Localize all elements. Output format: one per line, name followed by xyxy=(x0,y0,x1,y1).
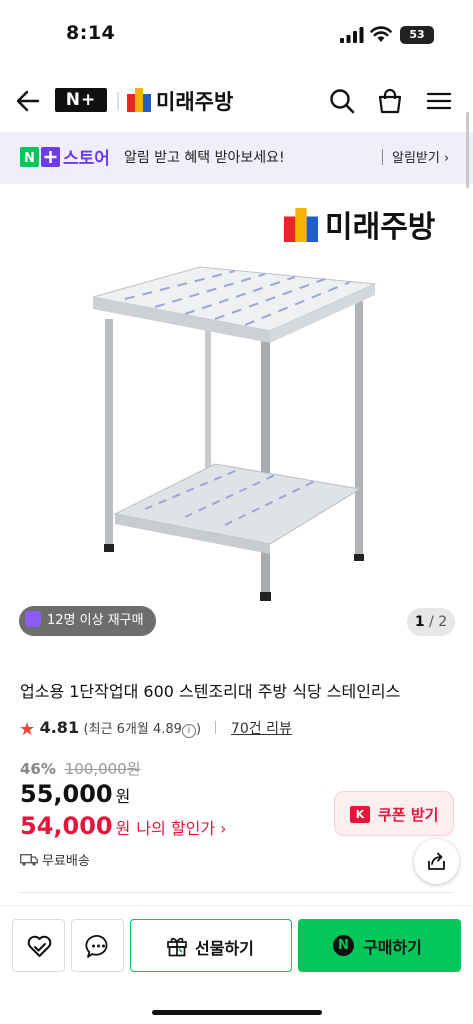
my-price-unit: 원 xyxy=(115,819,131,838)
buy-button[interactable]: N 구매하기 xyxy=(298,919,461,972)
rebuy-bag-icon xyxy=(25,611,41,627)
share-button[interactable] xyxy=(414,839,459,884)
top-header: N+ 미래주방 xyxy=(0,75,473,127)
naver-plus-logo[interactable]: N+ xyxy=(55,88,107,112)
back-arrow-icon[interactable] xyxy=(14,87,42,115)
shipping-info: 무료배송 xyxy=(20,850,90,869)
discount-row: 46% 100,000원 xyxy=(20,758,141,779)
banner-divider xyxy=(382,149,383,165)
shopping-bag-icon[interactable] xyxy=(376,87,404,115)
coupon-icon: K xyxy=(350,806,370,823)
wifi-icon xyxy=(370,26,392,42)
battery-indicator: 53 xyxy=(400,26,434,44)
naver-pay-icon: N xyxy=(333,935,354,956)
image-total: 2 xyxy=(438,614,448,630)
coupon-label: 쿠폰 받기 xyxy=(378,806,439,824)
gift-label: 선물하기 xyxy=(195,939,254,958)
talk-icon xyxy=(85,935,108,958)
header-divider xyxy=(117,92,119,110)
star-icon: ★ xyxy=(19,719,36,740)
coupon-button[interactable]: K 쿠폰 받기 xyxy=(334,791,454,836)
gift-button[interactable]: 선물하기 xyxy=(130,919,292,972)
menu-icon[interactable] xyxy=(425,87,453,115)
rebuy-badge: 12명 이상 재구매 xyxy=(19,606,156,636)
sale-price-row: 55,000 원 xyxy=(20,780,130,808)
rating-score: 4.81 xyxy=(39,718,80,737)
my-price-row[interactable]: 54,000 원 나의 할인가 › xyxy=(20,812,227,840)
my-discount-price: 54,000 xyxy=(20,812,113,840)
brand-logo-icon xyxy=(284,208,318,242)
brand-logo-icon xyxy=(127,88,151,112)
cellular-signal-icon xyxy=(340,27,364,43)
brand-name[interactable]: 미래주방 xyxy=(156,86,233,116)
recent-rating-close: ) xyxy=(195,722,202,737)
status-bar: 8:14 53 xyxy=(0,0,473,70)
wishlist-heart-icon xyxy=(27,935,52,957)
scrollbar[interactable] xyxy=(466,112,469,188)
product-photo xyxy=(92,266,377,601)
sale-price: 55,000 xyxy=(20,780,113,808)
buy-label: 구매하기 xyxy=(363,938,422,957)
shipping-label: 무료배송 xyxy=(42,854,90,869)
home-indicator[interactable] xyxy=(152,1010,322,1015)
recent-rating: (최근 6개월 4.89 xyxy=(83,722,182,737)
share-icon xyxy=(428,852,445,870)
image-counter: 1 / 2 xyxy=(407,608,455,636)
image-index: 1 xyxy=(414,614,425,630)
original-price: 100,000원 xyxy=(64,760,141,778)
brand-watermark: 미래주방 xyxy=(325,210,436,245)
discount-percent: 46% xyxy=(20,760,56,778)
product-title: 업소용 1단작업대 600 스텐조리대 주방 식당 스테인리스 xyxy=(20,682,401,701)
rebuy-badge-text: 12명 이상 재구매 xyxy=(47,613,144,628)
wishlist-button[interactable] xyxy=(12,919,65,972)
talk-talk-button[interactable] xyxy=(71,919,124,972)
truck-icon xyxy=(20,854,38,866)
review-count-link[interactable]: 70건 리뷰 xyxy=(231,721,292,737)
rating-row[interactable]: ★ 4.81 (최근 6개월 4.89 i) 70건 리뷰 xyxy=(19,718,292,740)
section-divider xyxy=(20,892,453,893)
notification-banner[interactable]: N 스토어 알림 받고 혜택 받아보세요! 알림받기 › xyxy=(0,132,473,184)
status-time: 8:14 xyxy=(66,22,116,44)
rating-divider xyxy=(215,721,217,734)
my-price-label[interactable]: 나의 할인가 › xyxy=(136,819,226,838)
naver-plus-store-icon: N xyxy=(20,147,60,167)
gift-icon xyxy=(167,937,187,957)
info-icon[interactable]: i xyxy=(181,724,196,738)
store-label: 스토어 xyxy=(63,149,110,169)
product-image-carousel[interactable]: 미래주방 12명 이상 재구매 1 / 2 xyxy=(0,184,473,654)
bottom-action-bar: 선물하기 N 구매하기 xyxy=(0,905,473,1024)
subscribe-notification-link[interactable]: 알림받기 › xyxy=(392,147,449,166)
search-icon[interactable] xyxy=(328,87,356,115)
svg-text:N: N xyxy=(24,151,35,166)
banner-message: 알림 받고 혜택 받아보세요! xyxy=(124,150,285,166)
sale-price-unit: 원 xyxy=(115,787,131,806)
